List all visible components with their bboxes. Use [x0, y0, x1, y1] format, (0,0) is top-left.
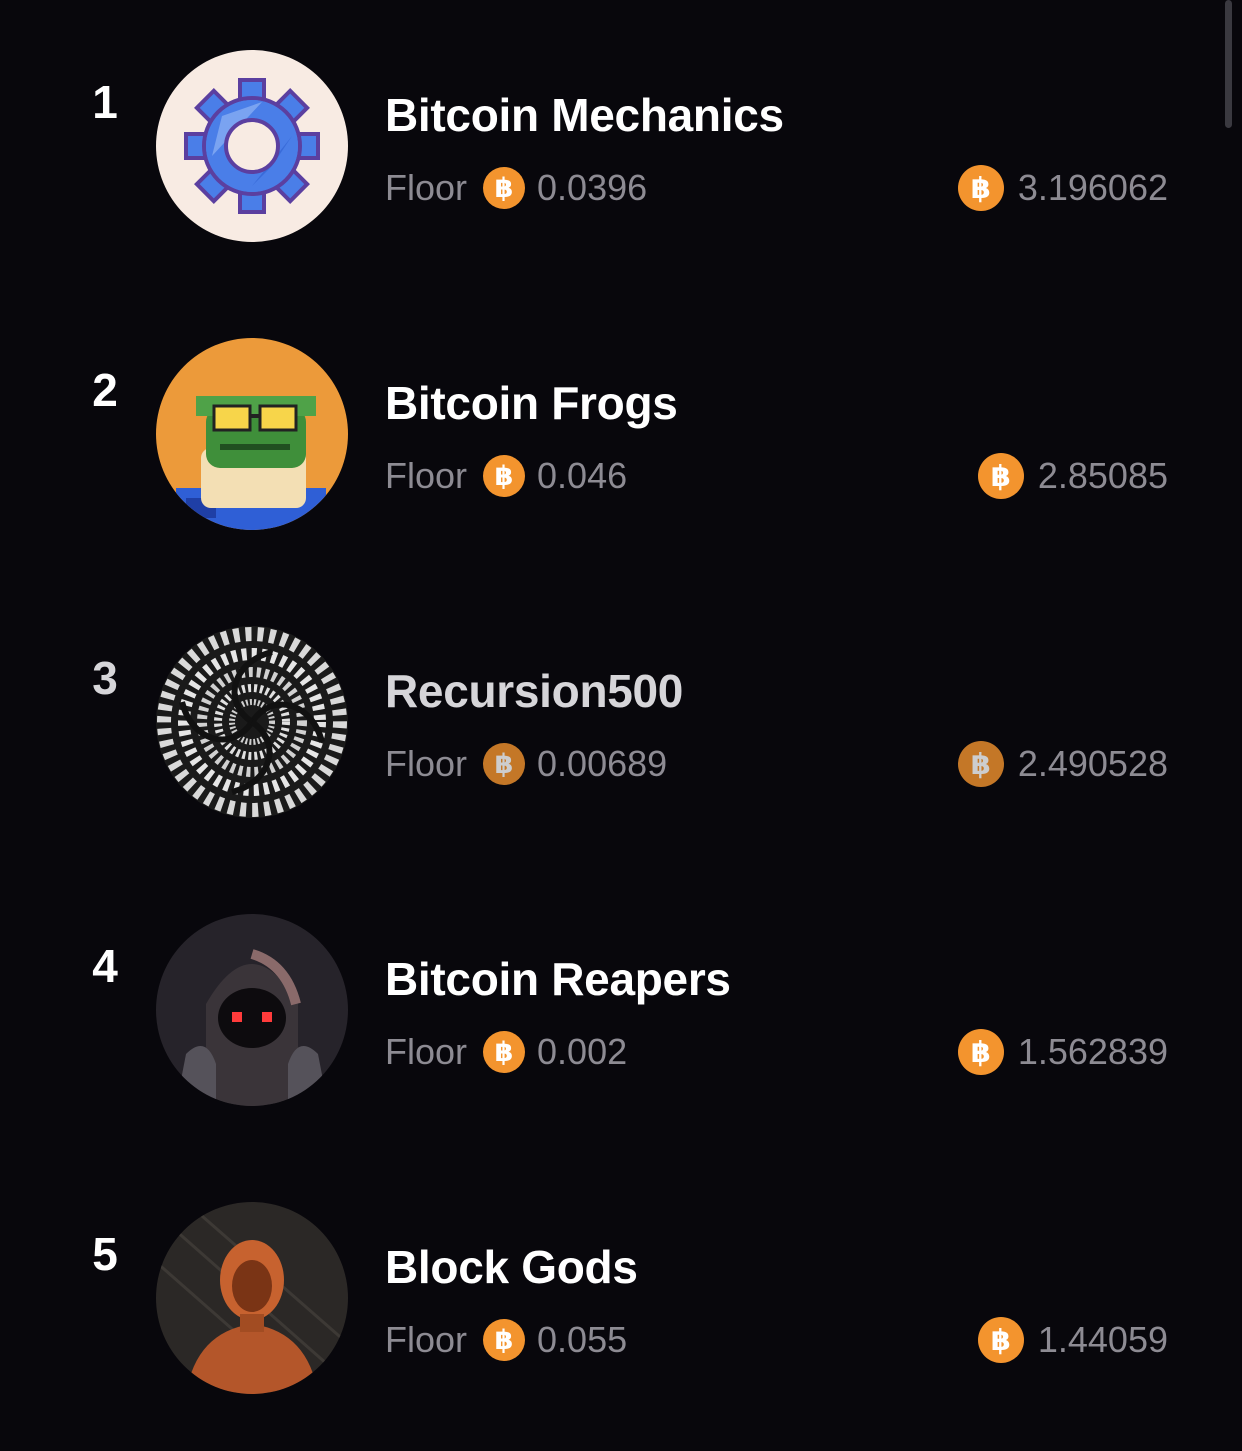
bitcoin-icon: ฿: [483, 743, 526, 785]
floor-label: Floor: [385, 455, 468, 496]
spiral-avatar: [156, 626, 348, 818]
floor-label: Floor: [385, 743, 468, 784]
bitcoin-icon: ฿: [957, 741, 1004, 787]
collection-list: 1 Bitcoin Mechanics Floor ฿ 0.0396 ฿ 3.1…: [0, 0, 1242, 1440]
figure-avatar: [156, 1202, 348, 1394]
floor-label: Floor: [385, 1319, 468, 1360]
collection-avatar-spiral[interactable]: [156, 626, 348, 818]
bitcoin-icon: ฿: [483, 1319, 526, 1361]
collection-name[interactable]: Bitcoin Frogs: [385, 376, 678, 430]
collection-name[interactable]: Block Gods: [385, 1240, 638, 1294]
volume-value: 1.44059: [1037, 1319, 1168, 1360]
collection-avatar-reaper[interactable]: [156, 914, 348, 1106]
rank-number: 1: [92, 76, 118, 128]
volume-value: 2.490528: [1017, 743, 1168, 784]
volume: ฿ 3.196062: [957, 164, 1168, 212]
bitcoin-icon: ฿: [483, 455, 526, 497]
rank-number: 2: [92, 364, 118, 416]
floor-value: 0.055: [537, 1319, 628, 1360]
collection-row-bitcoin-reapers[interactable]: 4 Bitcoin Reapers Floor ฿ 0.002 ฿ 1.5628…: [0, 864, 1242, 1152]
floor-label: Floor: [385, 1031, 468, 1072]
collection-avatar-figure[interactable]: [156, 1202, 348, 1394]
volume-value: 2.85085: [1037, 455, 1168, 496]
collection-row-block-gods[interactable]: 5 Block Gods Floor ฿ 0.055 ฿ 1.44059: [0, 1152, 1242, 1440]
volume: ฿ 2.490528: [957, 740, 1168, 788]
frog-avatar: [156, 338, 348, 530]
floor-value: 0.0396: [537, 167, 648, 208]
volume: ฿ 1.562839: [957, 1028, 1168, 1076]
bitcoin-icon: ฿: [957, 165, 1004, 211]
volume: ฿ 2.85085: [977, 452, 1168, 500]
collection-avatar-frog[interactable]: [156, 338, 348, 530]
floor-value: 0.00689: [537, 743, 668, 784]
rank-number: 3: [92, 652, 118, 704]
bitcoin-icon: ฿: [977, 1317, 1024, 1363]
rank-number: 4: [92, 940, 118, 992]
volume: ฿ 1.44059: [977, 1316, 1168, 1364]
collection-name[interactable]: Bitcoin Mechanics: [385, 88, 784, 142]
collection-row-bitcoin-mechanics[interactable]: 1 Bitcoin Mechanics Floor ฿ 0.0396 ฿ 3.1…: [0, 0, 1242, 288]
floor-value: 0.046: [537, 455, 628, 496]
floor-price: Floor ฿ 0.055: [385, 1316, 627, 1364]
floor-price: Floor ฿ 0.002: [385, 1028, 627, 1076]
collection-name[interactable]: Bitcoin Reapers: [385, 952, 731, 1006]
floor-value: 0.002: [537, 1031, 628, 1072]
floor-price: Floor ฿ 0.00689: [385, 740, 667, 788]
bitcoin-icon: ฿: [483, 167, 526, 209]
volume-value: 3.196062: [1017, 167, 1168, 208]
floor-label: Floor: [385, 167, 468, 208]
volume-value: 1.562839: [1017, 1031, 1168, 1072]
floor-price: Floor ฿ 0.0396: [385, 164, 647, 212]
collection-avatar-gear[interactable]: [156, 50, 348, 242]
bitcoin-icon: ฿: [957, 1029, 1004, 1075]
bitcoin-icon: ฿: [977, 453, 1024, 499]
collection-row-recursion500[interactable]: 3 Recursion500 Floor ฿ 0.00689 ฿ 2.49052…: [0, 576, 1242, 864]
reaper-avatar: [156, 914, 348, 1106]
collection-row-bitcoin-frogs[interactable]: 2 Bitcoin Frogs Floor ฿ 0.046 ฿ 2.85085: [0, 288, 1242, 576]
gear-icon: [156, 50, 348, 242]
floor-price: Floor ฿ 0.046: [385, 452, 627, 500]
bitcoin-icon: ฿: [483, 1031, 526, 1073]
collection-name[interactable]: Recursion500: [385, 664, 683, 718]
rank-number: 5: [92, 1228, 118, 1280]
